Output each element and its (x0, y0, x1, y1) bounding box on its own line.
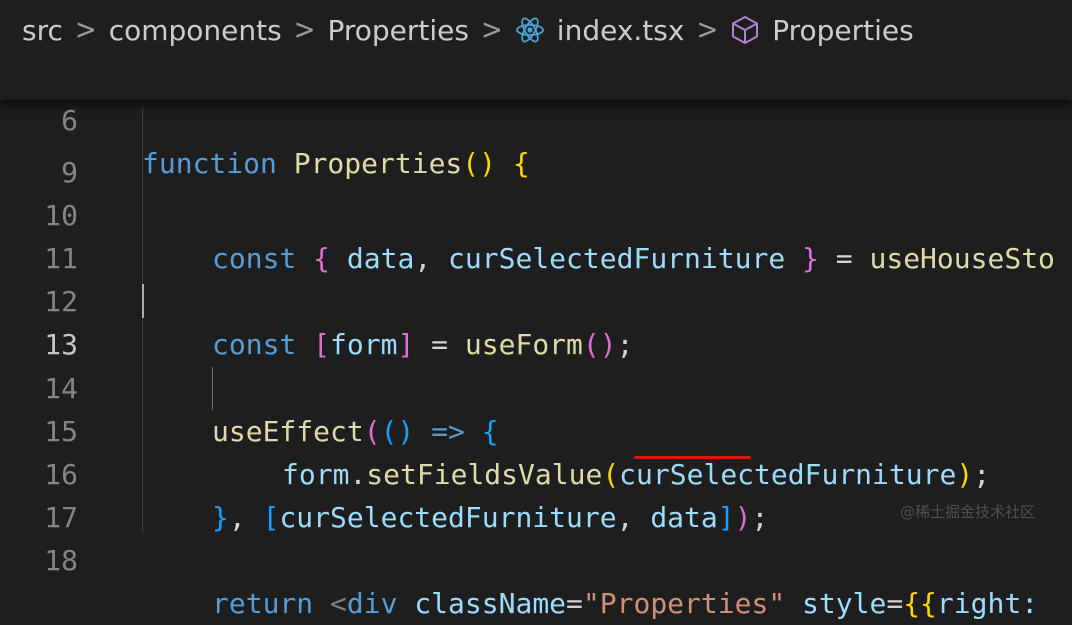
token-bracket: {{ (903, 587, 937, 620)
breadcrumb-separator: > (74, 13, 97, 47)
code-line-12: 12 const [form] = useForm(); (0, 237, 1072, 361)
token-tag-bracket: < (330, 587, 347, 620)
cube-icon (730, 15, 760, 45)
breadcrumb-components[interactable]: components (109, 14, 282, 47)
text-cursor (142, 284, 144, 318)
token-function: Properties (293, 147, 463, 180)
token-tag-name: div (346, 587, 398, 620)
token-keyword: function (142, 147, 277, 180)
token-attribute: style (802, 587, 887, 620)
code-line-17: 17 (0, 453, 1072, 534)
breadcrumb-properties-folder[interactable]: Properties (327, 14, 469, 47)
sticky-scroll-header[interactable]: 6 function Properties() { (0, 56, 1072, 180)
react-icon (515, 15, 545, 45)
line-number: 6 (61, 104, 78, 137)
code-line-11: 11 (0, 194, 1072, 275)
token-operator: = (566, 587, 583, 620)
token-attribute: className (414, 587, 567, 620)
breadcrumb-src[interactable]: src (22, 14, 63, 47)
line-number: 18 (44, 544, 78, 577)
token-operator: = (886, 587, 904, 620)
token-keyword: return (212, 587, 314, 620)
token-string: "Properties" (582, 587, 786, 620)
watermark: @稀土掘金技术社区 (900, 503, 1036, 521)
code-line-14: 14 useEffect(() => { (0, 324, 1072, 448)
breadcrumb-separator: > (481, 13, 503, 47)
breadcrumb-separator: > (293, 13, 316, 47)
code-line-15: 15 form.setFieldsValue(curSelectedFurnit… (0, 367, 1072, 491)
breadcrumb-symbol[interactable]: Properties (772, 14, 914, 47)
token-bracket: () (462, 147, 497, 180)
token-bracket: { (512, 147, 530, 180)
breadcrumb: src > components > Properties > index.ts… (0, 0, 1072, 60)
code-line: function Properties() { (142, 142, 530, 185)
breadcrumb-separator: > (696, 13, 719, 47)
code-line-16: 16 }, [curSelectedFurniture, data]); (0, 410, 1072, 534)
token-property: right: (936, 587, 1039, 620)
code-line-13[interactable]: 13 (0, 280, 1072, 361)
breadcrumb-file[interactable]: index.tsx (557, 14, 685, 47)
